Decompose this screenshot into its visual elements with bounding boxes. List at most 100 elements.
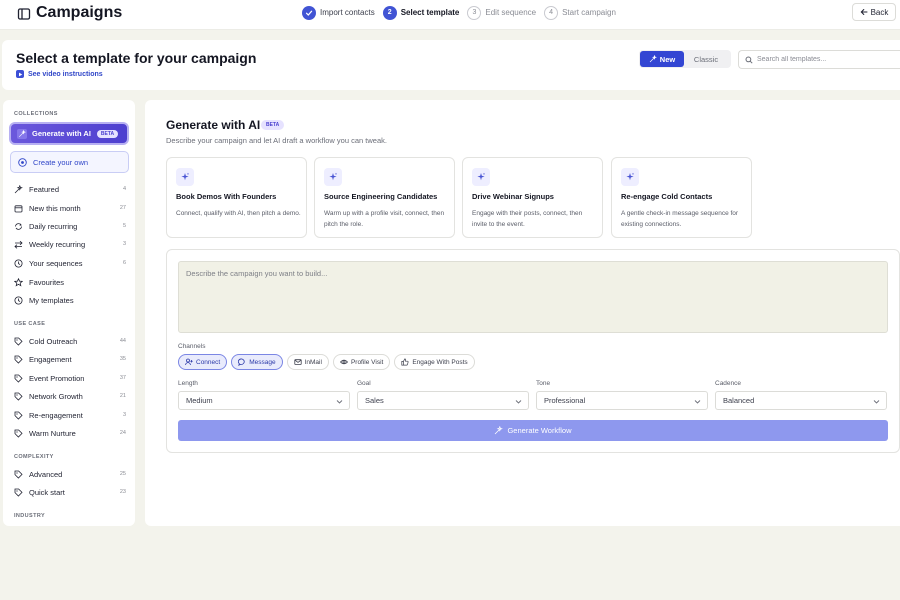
repeat-icon <box>14 222 29 231</box>
sidebar-item-event-promotion[interactable]: Event Promotion 37 <box>14 371 126 385</box>
generate-workflow-label: Generate Workflow <box>507 426 572 435</box>
sidebar-item-weekly-recurring[interactable]: Weekly recurring 3 <box>14 237 126 251</box>
template-title: Re-engage Cold Contacts <box>621 192 713 201</box>
sidebar-toggle-icon[interactable] <box>16 6 32 22</box>
sidebar-item-new-this-month[interactable]: New this month 27 <box>14 201 126 215</box>
sidebar-item-favourites[interactable]: Favourites <box>14 275 126 289</box>
sidebar-item-label: Quick start <box>29 487 65 497</box>
channel-chip-engage-with-posts[interactable]: Engage With Posts <box>394 354 475 370</box>
sidebar-item-your-sequences[interactable]: Your sequences 6 <box>14 256 126 270</box>
channel-chip-connect[interactable]: Connect <box>178 354 228 370</box>
campaign-prompt-input[interactable] <box>178 261 888 333</box>
template-mode-toggle: New Classic <box>639 50 731 68</box>
star-icon <box>14 277 29 287</box>
item-count: 3 <box>122 241 126 247</box>
chip-label: InMail <box>304 358 322 366</box>
new-mode-button[interactable]: New <box>640 51 684 67</box>
item-count: 37 <box>119 375 126 381</box>
step-number: 3 <box>467 5 482 20</box>
cadence-select[interactable]: Balanced <box>715 391 887 410</box>
template-card-source-engineering[interactable]: Source Engineering Candidates Warm up wi… <box>314 157 455 238</box>
app-title: Campaigns <box>36 4 123 21</box>
template-card-book-demos[interactable]: Book Demos With Founders Connect, qualif… <box>166 157 307 238</box>
tag-icon <box>14 392 29 401</box>
goal-label: Goal <box>357 380 371 387</box>
magic-wand-icon <box>17 128 27 139</box>
generate-ai-description: Describe your campaign and let AI draft … <box>166 136 387 145</box>
sidebar-item-warm-nurture[interactable]: Warm Nurture 24 <box>14 426 126 440</box>
length-select[interactable]: Medium <box>178 391 350 410</box>
channel-chip-profile-visit[interactable]: Profile Visit <box>332 354 391 370</box>
item-count: 5 <box>122 223 126 229</box>
template-search[interactable] <box>738 50 900 69</box>
sidebar-item-label: Daily recurring <box>29 221 78 231</box>
template-card-drive-webinar[interactable]: Drive Webinar Signups Engage with their … <box>462 157 603 238</box>
chip-label: Profile Visit <box>350 358 384 366</box>
collections-heading: COLLECTIONS <box>14 111 58 117</box>
item-count: 21 <box>119 393 126 399</box>
use-case-heading: USE CASE <box>14 321 46 327</box>
item-count: 3 <box>122 412 126 418</box>
page-title: Select a template for your campaign <box>16 50 257 66</box>
item-count: 23 <box>119 489 126 495</box>
item-count: 25 <box>119 471 126 477</box>
sidebar-item-label: Your sequences <box>29 258 83 268</box>
tone-select[interactable]: Professional <box>536 391 708 410</box>
sparkle-icon <box>649 55 660 63</box>
template-description: Engage with their posts, connect, then i… <box>472 210 583 228</box>
beta-badge: BETA <box>261 120 285 130</box>
step-label: Start campaign <box>562 8 616 17</box>
check-icon <box>302 5 316 20</box>
sidebar-item-network-growth[interactable]: Network Growth 21 <box>14 389 126 403</box>
classic-mode-button[interactable]: Classic <box>684 51 728 67</box>
page-header: Select a template for your campaign See … <box>2 40 900 90</box>
channel-chip-inmail[interactable]: InMail <box>286 354 329 370</box>
calendar-icon <box>14 204 29 213</box>
template-title: Book Demos With Founders <box>176 192 277 201</box>
sidebar-item-label: My templates <box>29 295 74 305</box>
sparkle-icon <box>14 184 29 194</box>
industry-heading: INDUSTRY <box>14 513 46 519</box>
beta-badge: BETA <box>96 129 119 138</box>
plus-circle-icon <box>18 157 33 167</box>
cadence-label: Cadence <box>715 380 742 387</box>
step-start-campaign[interactable]: 4 Start campaign <box>544 5 616 20</box>
step-label: Edit sequence <box>485 8 537 17</box>
mail-icon <box>293 358 305 366</box>
sidebar-item-label: Warm Nurture <box>29 428 76 438</box>
sidebar-item-label: Event Promotion <box>29 373 85 383</box>
sidebar-item-label: New this month <box>29 203 81 213</box>
sidebar-item-featured[interactable]: Featured 4 <box>14 182 126 196</box>
channel-chip-message[interactable]: Message <box>231 354 283 370</box>
goal-select[interactable]: Sales <box>357 391 529 410</box>
back-button[interactable]: Back <box>852 3 896 21</box>
chat-bubble-icon <box>238 358 249 366</box>
sidebar-item-engagement[interactable]: Engagement 35 <box>14 352 126 366</box>
magic-wand-icon <box>494 426 507 435</box>
clock-icon <box>14 259 29 268</box>
generate-with-ai-button[interactable]: Generate with AI BETA <box>9 122 129 145</box>
template-description: Warm up with a profile visit, connect, t… <box>324 210 445 228</box>
step-select-template[interactable]: 2 Select template <box>382 5 459 20</box>
tag-icon <box>14 429 29 438</box>
sidebar-item-label: Featured <box>29 184 60 194</box>
template-description: A gentle check-in message sequence for e… <box>621 210 739 228</box>
create-your-own-button[interactable]: Create your own <box>10 151 129 173</box>
create-own-label: Create your own <box>33 157 89 167</box>
step-import-contacts[interactable]: Import contacts <box>302 5 375 20</box>
sidebar-item-re-engagement[interactable]: Re-engagement 3 <box>14 408 126 422</box>
step-number: 4 <box>544 5 559 20</box>
sidebar-item-quick-start[interactable]: Quick start 23 <box>14 485 126 499</box>
search-icon <box>745 56 753 64</box>
sidebar-item-advanced[interactable]: Advanced 25 <box>14 467 126 481</box>
search-input[interactable] <box>757 56 897 63</box>
template-card-re-engage[interactable]: Re-engage Cold Contacts A gentle check-i… <box>611 157 752 238</box>
tag-icon <box>14 374 29 383</box>
step-edit-sequence[interactable]: 3 Edit sequence <box>467 5 537 20</box>
sidebar-item-cold-outreach[interactable]: Cold Outreach 44 <box>14 334 126 348</box>
video-instructions-link[interactable]: See video instructions <box>16 70 103 78</box>
new-label: New <box>659 54 676 64</box>
sidebar-item-my-templates[interactable]: My templates <box>14 293 126 307</box>
sidebar-item-daily-recurring[interactable]: Daily recurring 5 <box>14 219 126 233</box>
generate-workflow-button[interactable]: Generate Workflow <box>178 420 888 441</box>
